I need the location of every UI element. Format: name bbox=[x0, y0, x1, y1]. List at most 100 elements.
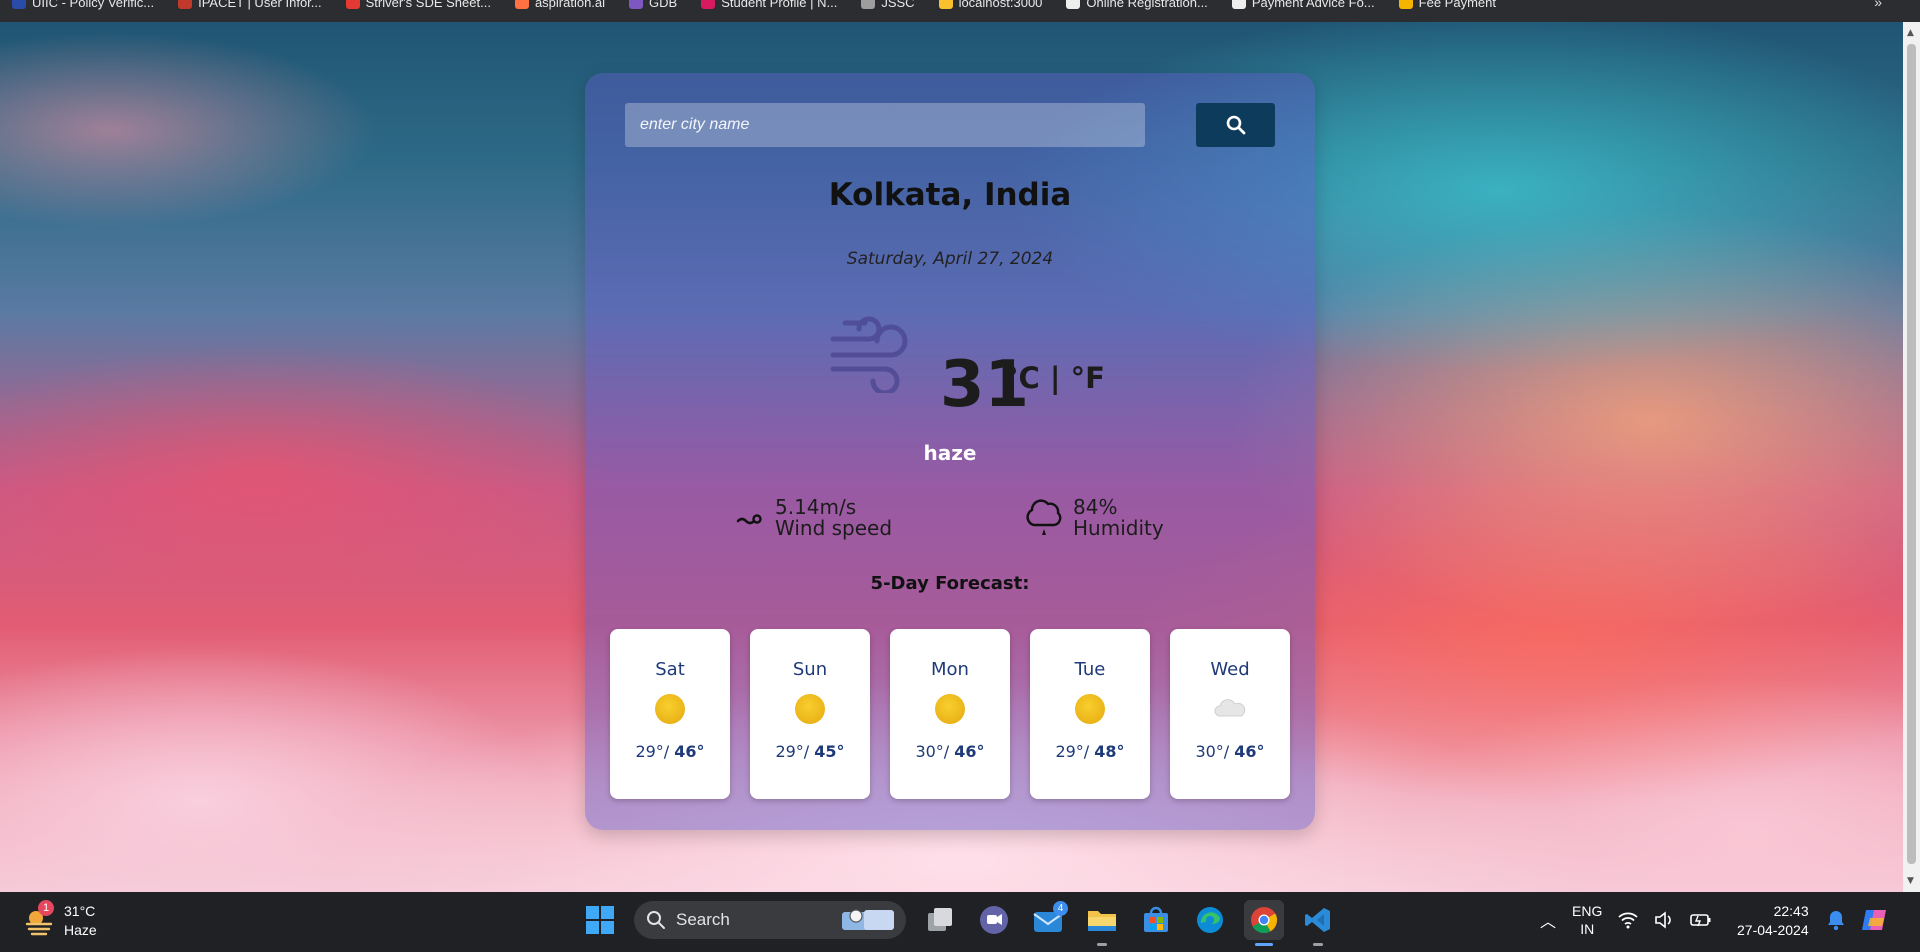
registration-icon bbox=[1066, 0, 1081, 9]
scroll-thumb[interactable] bbox=[1907, 44, 1916, 864]
bookmark-label: Online Registration... bbox=[1086, 0, 1208, 10]
current-date: Saturday, April 27, 2024 bbox=[846, 249, 1054, 269]
localhost-icon bbox=[938, 0, 953, 9]
battery-icon[interactable] bbox=[1690, 912, 1712, 928]
forecast-day: Mon bbox=[931, 659, 969, 680]
teams-chat-icon bbox=[980, 906, 1008, 934]
task-view-icon bbox=[928, 908, 952, 931]
region-code: IN bbox=[1580, 921, 1595, 937]
teams-app[interactable] bbox=[974, 900, 1014, 940]
forecast-low: 29°/ bbox=[1055, 742, 1090, 761]
bookmark-item[interactable]: Student Profile | N... bbox=[689, 0, 849, 10]
file-explorer-app[interactable] bbox=[1082, 900, 1122, 946]
gdb-icon bbox=[629, 0, 644, 9]
language-indicator[interactable]: ENG IN bbox=[1572, 902, 1602, 938]
unit-toggle[interactable]: °C | °F bbox=[1004, 361, 1105, 395]
cloud-icon bbox=[1213, 694, 1247, 724]
bookmark-item[interactable]: UIIC - Policy Verific... bbox=[0, 0, 166, 10]
vscode-app[interactable] bbox=[1298, 900, 1338, 946]
forecast-day: Wed bbox=[1210, 659, 1250, 680]
forecast-day: Tue bbox=[1074, 659, 1106, 680]
bookmark-label: localhost:3000 bbox=[958, 0, 1043, 10]
forecast-low: 29°/ bbox=[635, 742, 670, 761]
bookmark-item[interactable]: Online Registration... bbox=[1054, 0, 1219, 10]
bookmarks-bar: UIIC - Policy Verific... IPACET | User In… bbox=[0, 0, 1920, 22]
humidity-stat: 84% Humidity bbox=[1025, 497, 1164, 539]
forecast-row: Sat 29°/ 46° Sun 29°/ 45° Mon 30°/ 46° T… bbox=[610, 629, 1290, 799]
bookmark-item[interactable]: aspiration.ai bbox=[503, 0, 617, 10]
running-indicator bbox=[1313, 943, 1323, 946]
active-app-indicator bbox=[1255, 943, 1273, 946]
bookmark-item[interactable]: localhost:3000 bbox=[927, 0, 1055, 10]
bookmark-label: UIIC - Policy Verific... bbox=[32, 0, 155, 10]
copilot-icon[interactable] bbox=[1860, 906, 1890, 934]
search-button[interactable] bbox=[1196, 103, 1275, 147]
bookmark-item[interactable]: Fee Payment bbox=[1387, 0, 1508, 10]
forecast-temps: 30°/ 46° bbox=[1195, 742, 1264, 761]
scroll-up-arrow-icon[interactable]: ▲ bbox=[1907, 28, 1914, 38]
microsoft-store-app[interactable] bbox=[1136, 900, 1176, 940]
wind-speed-stat: 5.14m/s Wind speed bbox=[735, 497, 892, 539]
clock-time: 22:43 bbox=[1773, 903, 1809, 919]
running-indicator bbox=[1097, 943, 1107, 946]
taskbar-apps: Search 4 bbox=[580, 900, 1338, 946]
sun-icon bbox=[795, 694, 825, 724]
humidity-icon bbox=[1026, 499, 1062, 535]
mail-badge: 4 bbox=[1053, 901, 1068, 916]
search-icon bbox=[1226, 115, 1245, 135]
search-highlight-icon bbox=[842, 909, 894, 930]
store-icon bbox=[1144, 906, 1168, 932]
bookmark-item[interactable]: GDB bbox=[617, 0, 689, 10]
forecast-card: Sun 29°/ 45° bbox=[750, 629, 870, 799]
city-name: Kolkata, India bbox=[828, 177, 1072, 213]
bookmark-item[interactable]: JSSC bbox=[849, 0, 926, 10]
ipacet-icon bbox=[178, 0, 193, 9]
weather-condition: haze bbox=[923, 441, 977, 465]
vscode-icon bbox=[1305, 908, 1330, 932]
bookmark-label: IPACET | User Infor... bbox=[198, 0, 322, 10]
language-code: ENG bbox=[1572, 903, 1603, 919]
task-view-button[interactable] bbox=[920, 900, 960, 940]
student-profile-icon bbox=[701, 0, 716, 9]
start-button[interactable] bbox=[580, 900, 620, 940]
forecast-high: 46° bbox=[674, 742, 705, 761]
notification-bell-icon[interactable] bbox=[1826, 909, 1846, 931]
wind-speed-label: Wind speed bbox=[775, 516, 893, 540]
taskbar-search[interactable]: Search bbox=[634, 901, 906, 939]
bookmark-label: Striver's SDE Sheet... bbox=[365, 0, 491, 10]
show-hidden-icons-chevron-icon[interactable]: ︿ bbox=[1540, 908, 1556, 932]
sun-icon bbox=[935, 694, 965, 724]
bookmark-label: Student Profile | N... bbox=[721, 0, 838, 10]
chrome-browser-icon bbox=[1251, 907, 1278, 934]
forecast-day: Sun bbox=[792, 659, 828, 680]
weather-notification-badge: 1 bbox=[38, 900, 54, 916]
bookmark-item[interactable]: Payment Advice Fo... bbox=[1220, 0, 1387, 10]
forecast-temps: 29°/ 46° bbox=[635, 742, 704, 761]
aspiration-icon bbox=[514, 0, 529, 9]
page-scrollbar[interactable]: ▲ ▼ bbox=[1903, 22, 1920, 892]
taskbar-weather-widget[interactable]: 1 31°C Haze bbox=[24, 900, 97, 940]
wind-speed-value: 5.14m/s bbox=[775, 495, 857, 519]
wifi-icon[interactable] bbox=[1618, 911, 1638, 929]
mail-app[interactable]: 4 bbox=[1028, 900, 1068, 940]
edge-app[interactable] bbox=[1190, 900, 1230, 940]
chrome-app[interactable] bbox=[1244, 900, 1284, 946]
sun-icon bbox=[655, 694, 685, 724]
payment-advice-icon bbox=[1231, 0, 1246, 9]
city-search-input[interactable] bbox=[625, 103, 1145, 147]
humidity-value: 84% bbox=[1073, 495, 1118, 519]
bookmark-label: aspiration.ai bbox=[534, 0, 606, 10]
volume-icon[interactable] bbox=[1654, 911, 1674, 929]
bookmark-item[interactable]: IPACET | User Infor... bbox=[166, 0, 334, 10]
bookmarks-overflow-chevron-icon[interactable]: » bbox=[1874, 0, 1882, 10]
taskbar-search-label: Search bbox=[676, 910, 730, 929]
forecast-low: 29°/ bbox=[775, 742, 810, 761]
taskbar-clock[interactable]: 22:43 27-04-2024 bbox=[1737, 902, 1809, 940]
taskbar-weather-condition: Haze bbox=[64, 922, 97, 938]
sun-icon bbox=[1075, 694, 1105, 724]
clock-date: 27-04-2024 bbox=[1737, 922, 1809, 938]
scroll-down-arrow-icon[interactable]: ▼ bbox=[1907, 876, 1914, 886]
striver-icon bbox=[345, 0, 360, 9]
forecast-low: 30°/ bbox=[915, 742, 950, 761]
bookmark-item[interactable]: Striver's SDE Sheet... bbox=[334, 0, 503, 10]
